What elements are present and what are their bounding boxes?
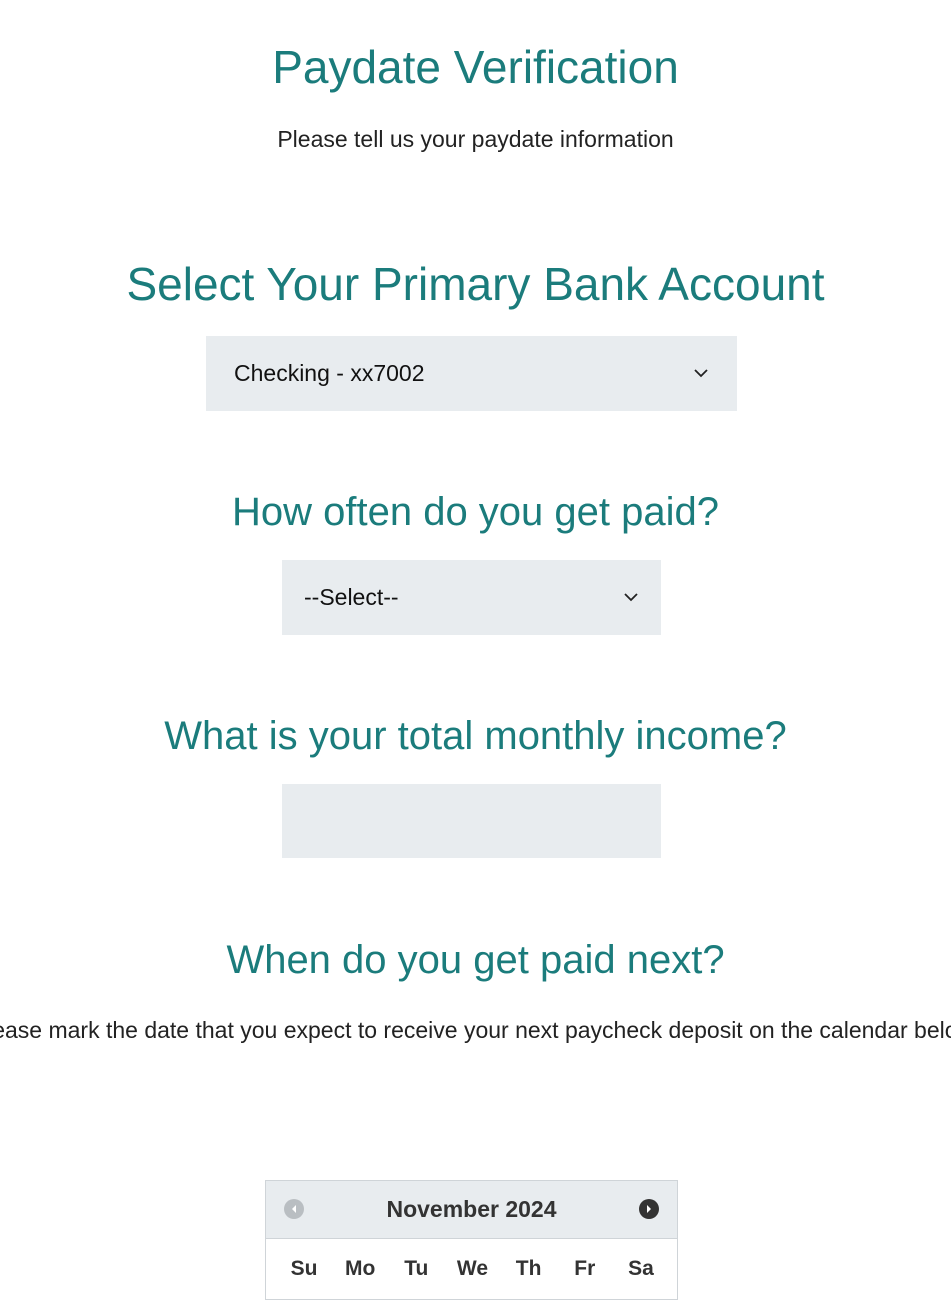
- pay-frequency-selected-value: --Select--: [304, 584, 399, 610]
- calendar-weekday-row: Su Mo Tu We Th Fr Sa: [266, 1257, 677, 1281]
- bank-account-selected-value: Checking - xx7002: [234, 360, 425, 386]
- bank-account-heading: Select Your Primary Bank Account: [126, 258, 825, 310]
- weekday-label: Sa: [628, 1257, 654, 1280]
- monthly-income-heading: What is your total monthly income?: [164, 714, 787, 758]
- pay-frequency-select[interactable]: --Select--: [282, 560, 661, 635]
- payday-calendar[interactable]: November 2024 Su Mo Tu We Th Fr Sa: [265, 1180, 678, 1300]
- next-payday-heading: When do you get paid next?: [226, 938, 725, 982]
- weekday-label: Su: [290, 1257, 318, 1280]
- monthly-income-input[interactable]: [282, 784, 661, 858]
- circle-arrow-right-icon[interactable]: [639, 1199, 659, 1219]
- weekday-label: Mo: [344, 1257, 376, 1280]
- circle-arrow-left-icon[interactable]: [284, 1199, 304, 1219]
- bank-account-select[interactable]: Checking - xx7002: [206, 336, 737, 411]
- calendar-header: November 2024: [266, 1181, 677, 1239]
- chevron-down-icon: [623, 590, 639, 606]
- weekday-label: Tu: [404, 1257, 429, 1280]
- page-title: Paydate Verification: [272, 41, 679, 93]
- calendar-month-label: November 2024: [386, 1196, 557, 1222]
- chevron-down-icon: [693, 366, 709, 382]
- weekday-label: We: [456, 1257, 489, 1280]
- page-subtitle: Please tell us your paydate information: [277, 126, 674, 152]
- pay-frequency-heading: How often do you get paid?: [231, 490, 719, 534]
- next-payday-instructions: Please mark the date that you expect to …: [0, 1017, 951, 1043]
- weekday-label: Fr: [574, 1257, 596, 1280]
- weekday-label: Th: [515, 1257, 542, 1280]
